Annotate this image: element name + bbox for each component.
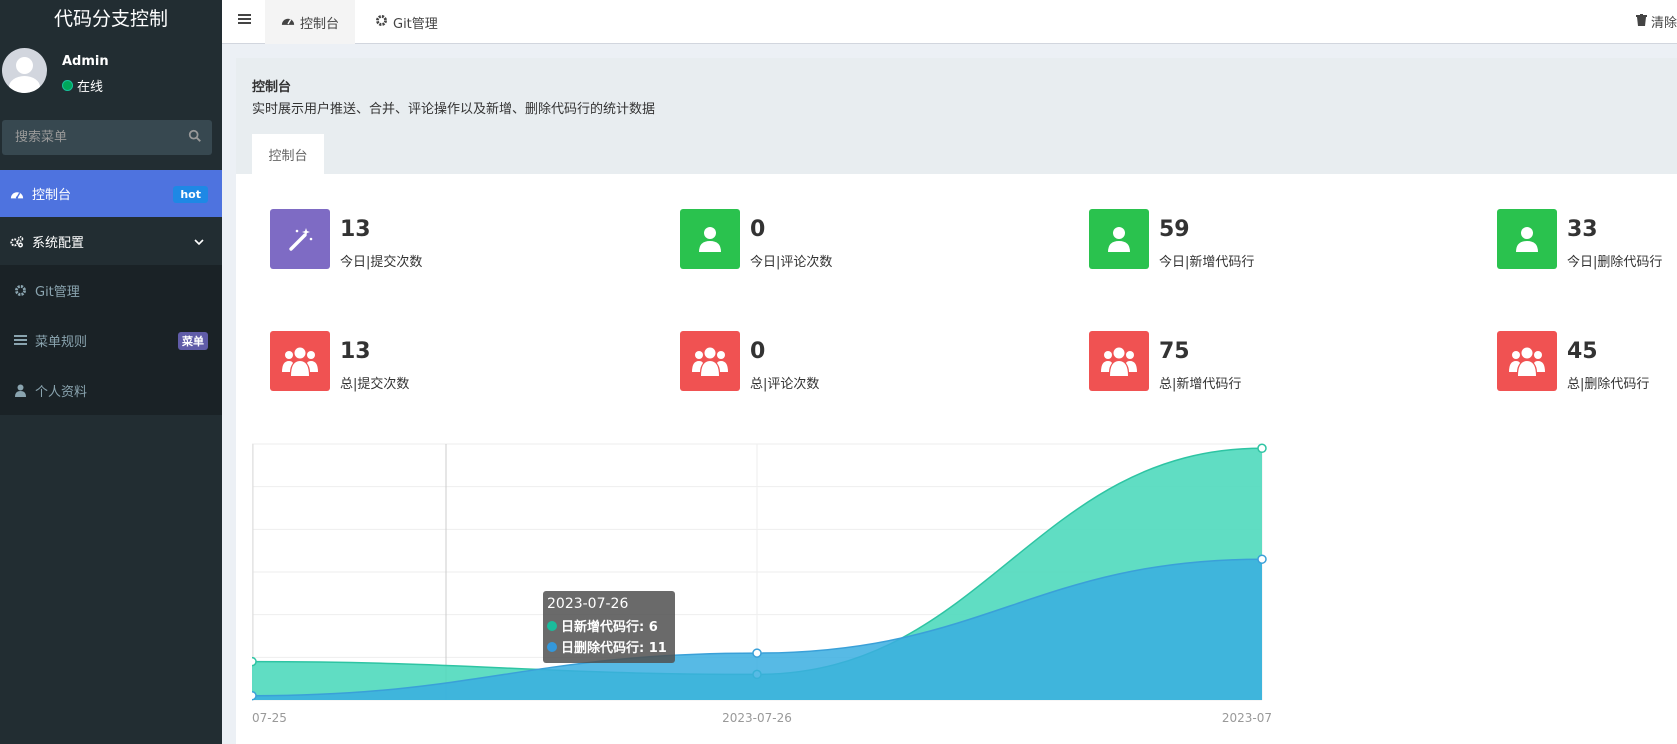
tooltip-row-label: 日删除代码行: 11 xyxy=(561,641,667,656)
sidebar-item-label: 个人资料 xyxy=(35,384,88,400)
stat-value: 45 xyxy=(1567,339,1598,364)
data-point xyxy=(752,648,762,658)
stat-label: 总|新增代码行 xyxy=(1159,377,1242,392)
area-chart[interactable]: 07-25 2023-07-26 2023-07 xyxy=(247,432,1312,732)
search-input[interactable] xyxy=(2,120,182,155)
data-point xyxy=(247,690,257,701)
user-icon xyxy=(1089,209,1149,269)
stat-value: 13 xyxy=(340,339,371,364)
stat-value: 13 xyxy=(340,217,371,242)
stat-label: 今日|提交次数 xyxy=(340,255,423,270)
stat-card: 13 今日|提交次数 xyxy=(270,209,570,270)
tab-dashboard[interactable]: 控制台 xyxy=(265,0,356,44)
tooltip-row: 日删除代码行: 11 xyxy=(547,637,671,656)
clear-label: 清除 xyxy=(1650,16,1677,31)
dashboard-icon xyxy=(10,187,24,201)
sidebar-search xyxy=(2,120,212,155)
sidebar-item-label: 菜单规则 xyxy=(35,334,88,350)
magic-wand-icon xyxy=(270,209,330,269)
stat-value: 33 xyxy=(1567,217,1598,242)
x-tick-label: 07-25 xyxy=(252,711,287,725)
avatar[interactable] xyxy=(2,48,47,93)
sidebar-menu: 控制台 hot 系统配置 Git管理 菜单规则 菜单 个人资料 xyxy=(0,170,222,415)
stat-card: 45 总|删除代码行 xyxy=(1497,331,1677,392)
stat-label: 总|评论次数 xyxy=(750,377,820,392)
stat-label: 今日|删除代码行 xyxy=(1567,255,1663,270)
content-tab-dashboard[interactable]: 控制台 xyxy=(252,134,324,174)
stat-label: 总|提交次数 xyxy=(340,377,410,392)
users-icon xyxy=(1089,331,1149,391)
users-icon xyxy=(1497,331,1557,391)
stat-card: 75 总|新增代码行 xyxy=(1089,331,1389,392)
gear-icon xyxy=(375,14,388,31)
gear-icon xyxy=(13,283,27,297)
tooltip-row-label: 日新增代码行: 6 xyxy=(561,620,658,635)
menu-badge: 菜单 xyxy=(178,332,208,350)
sidebar-submenu: Git管理 菜单规则 菜单 个人资料 xyxy=(0,265,222,415)
cogs-icon xyxy=(10,234,24,248)
user-status: 在线 xyxy=(62,76,103,95)
hot-badge: hot xyxy=(173,186,208,203)
app-logo[interactable]: 代码分支控制 xyxy=(0,0,222,40)
page-description: 实时展示用户推送、合并、评论操作以及新增、删除代码行的统计数据 xyxy=(252,102,656,117)
user-icon xyxy=(680,209,740,269)
stat-card: 33 今日|删除代码行 xyxy=(1497,209,1677,270)
dashboard-icon xyxy=(281,15,295,30)
stat-value: 75 xyxy=(1159,339,1190,364)
search-icon[interactable] xyxy=(188,129,204,145)
tooltip-row: 日新增代码行: 6 xyxy=(547,616,671,635)
user-status-label: 在线 xyxy=(77,80,104,95)
sidebar-item-system-config[interactable]: 系统配置 xyxy=(0,217,222,265)
sidebar-item-label: 控制台 xyxy=(32,188,72,203)
tab-git[interactable]: Git管理 xyxy=(359,0,454,44)
chart-svg: 07-25 2023-07-26 2023-07 xyxy=(247,443,1272,725)
stat-label: 今日|评论次数 xyxy=(750,255,833,270)
data-point xyxy=(1257,443,1267,454)
sidebar-item-dashboard[interactable]: 控制台 hot xyxy=(0,170,222,217)
user-icon xyxy=(13,383,27,397)
stat-label: 今日|新增代码行 xyxy=(1159,255,1255,270)
content-header: 控制台 实时展示用户推送、合并、评论操作以及新增、删除代码行的统计数据 控制台 xyxy=(236,58,1677,174)
stat-label: 总|删除代码行 xyxy=(1567,377,1650,392)
x-tick-label: 2023-07 xyxy=(1222,711,1272,725)
top-navbar: 控制台 Git管理 清除 xyxy=(222,0,1677,44)
series-dot-icon xyxy=(547,641,557,652)
page-title: 控制台 xyxy=(252,80,292,95)
users-icon xyxy=(680,331,740,391)
bars-icon xyxy=(13,333,27,347)
user-name: Admin xyxy=(62,54,109,69)
stat-value: 0 xyxy=(750,339,766,364)
sidebar-item-label: 系统配置 xyxy=(32,235,85,251)
users-icon xyxy=(270,331,330,391)
stat-card: 0 今日|评论次数 xyxy=(680,209,980,270)
tab-label: Git管理 xyxy=(393,16,438,32)
x-tick-label: 2023-07-26 xyxy=(722,711,792,725)
sidebar-item-label: Git管理 xyxy=(35,284,80,300)
user-panel: Admin 在线 xyxy=(0,40,222,110)
tooltip-title: 2023-07-26 xyxy=(547,596,629,612)
hamburger-menu-icon[interactable] xyxy=(238,13,252,27)
stat-value: 0 xyxy=(750,217,766,242)
user-icon xyxy=(1497,209,1557,269)
stat-card: 0 总|评论次数 xyxy=(680,331,980,392)
stat-card: 13 总|提交次数 xyxy=(270,331,570,392)
sidebar-item-menu-rules[interactable]: 菜单规则 菜单 xyxy=(0,315,222,365)
stat-value: 59 xyxy=(1159,217,1190,242)
trash-icon xyxy=(1635,13,1647,30)
data-point xyxy=(247,656,257,667)
sidebar-item-git[interactable]: Git管理 xyxy=(0,265,222,315)
online-dot-icon xyxy=(62,80,73,91)
series-dot-icon xyxy=(547,620,557,631)
sidebar-item-profile[interactable]: 个人资料 xyxy=(0,365,222,415)
chevron-down-icon xyxy=(194,235,204,250)
clear-cache-button[interactable]: 清除 xyxy=(1635,12,1677,31)
data-point xyxy=(1257,554,1267,564)
sidebar: 代码分支控制 Admin 在线 控制台 hot 系统配置 xyxy=(0,0,222,744)
stat-card: 59 今日|新增代码行 xyxy=(1089,209,1389,270)
tab-label: 控制台 xyxy=(300,16,340,32)
chart-tooltip: 2023-07-26 日新增代码行: 6 日删除代码行: 11 xyxy=(543,591,675,663)
